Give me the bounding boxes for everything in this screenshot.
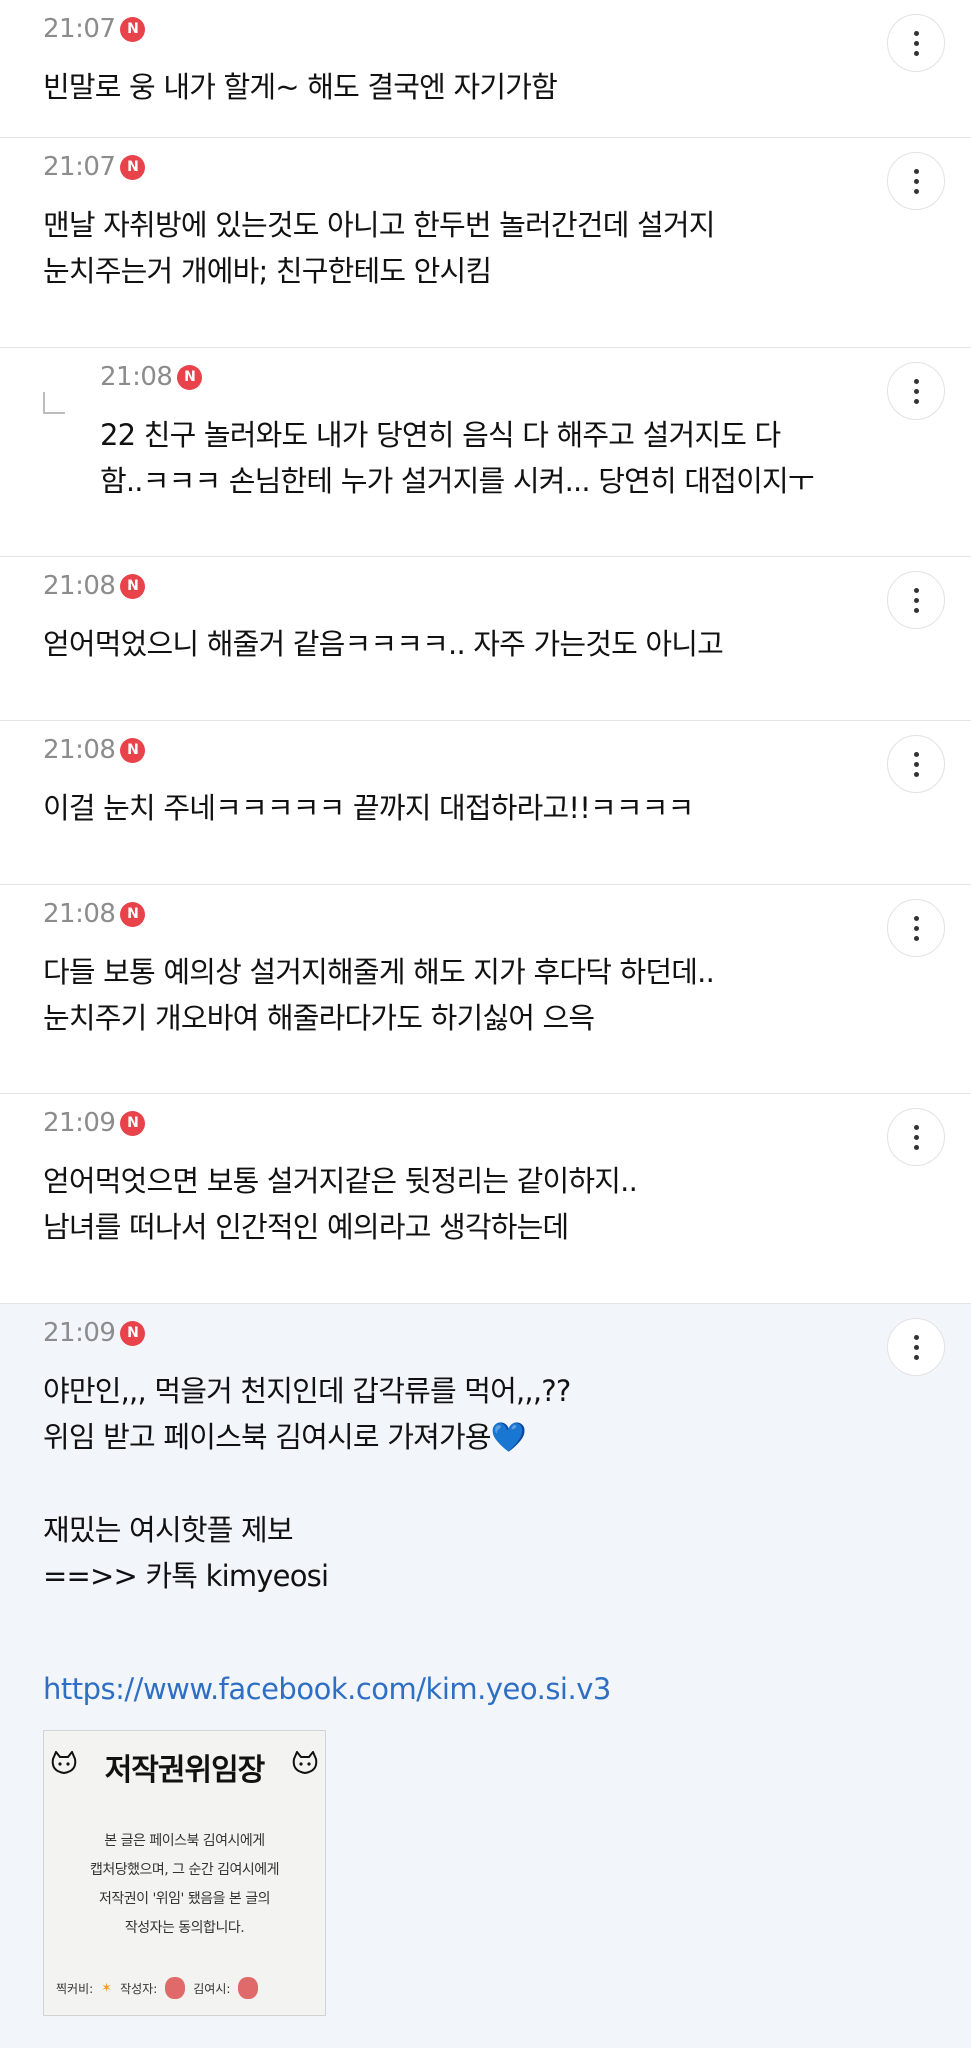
- sparkle-icon: ✶: [101, 1980, 113, 1996]
- comment-text: 얻어먹엇으면 보통 설거지같은 뒷정리는 같이하지.. 남녀를 떠나서 인간적인…: [43, 1164, 638, 1244]
- new-badge-icon: N: [120, 573, 146, 599]
- more-vertical-icon[interactable]: [887, 152, 945, 210]
- comment-time: 21:08: [43, 899, 116, 929]
- comment-item: 21:07 N 빈말로 웅 내가 할게~ 해도 결국엔 자기가함: [0, 0, 971, 138]
- comment-item: 21:08 N 얻어먹었으니 해줄거 같음ㅋㅋㅋㅋ.. 자주 가는것도 아니고: [0, 557, 971, 721]
- blue-heart-icon: 💙: [490, 1420, 527, 1454]
- comment-item: 21:08 N 이걸 눈치 주네ㅋㅋㅋㅋㅋ 끝까지 대접하라고!!ㅋㅋㅋㅋ: [0, 721, 971, 885]
- comment-text: 빈말로 웅 내가 할게~ 해도 결국엔 자기가함: [43, 70, 558, 104]
- poster-signatures: 찍커비: ✶ 작성자: 김여시:: [56, 1977, 317, 1999]
- new-badge-icon: N: [120, 901, 146, 927]
- comment-text: 맨날 자취방에 있는것도 아니고 한두번 놀러간건데 설거지 눈치주는거 개에바…: [43, 208, 715, 288]
- new-badge-icon: N: [120, 737, 146, 763]
- new-badge-icon: N: [120, 1320, 146, 1346]
- reply-item: 21:08 N 22 친구 놀러와도 내가 당연히 음식 다 해주고 설거지도 …: [0, 348, 971, 557]
- copyright-poster-image: 저작권위임장 본 글은 페이스북 김여시에게 캡처당했으며, 그 순간 김여시에…: [43, 1730, 326, 2016]
- comment-time: 21:08: [43, 571, 116, 601]
- comment-text: 이걸 눈치 주네ㅋㅋㅋㅋㅋ 끝까지 대접하라고!!ㅋㅋㅋㅋ: [43, 791, 694, 825]
- new-badge-icon: N: [120, 16, 146, 42]
- comment-time: 21:08: [43, 735, 116, 765]
- fingerprint-icon: [238, 1977, 259, 1999]
- more-vertical-icon[interactable]: [887, 362, 945, 420]
- comment-text: 야만인,,, 먹을거 천지인데 갑각류를 먹어,,,?? 위임 받고 페이스북 …: [43, 1368, 571, 1460]
- comment-list: 21:07 N 빈말로 웅 내가 할게~ 해도 결국엔 자기가함 21:07 N…: [0, 0, 971, 2048]
- comment-item: 21:08 N 다들 보통 예의상 설거지해줄게 해도 지가 후다닥 하던데..…: [0, 885, 971, 1094]
- tip-line-2: ==>> 카톡 kimyeosi: [43, 1559, 329, 1593]
- poster-text: 본 글은 페이스북 김여시에게 캡처당했으며, 그 순간 김여시에게 저작권이 …: [89, 1833, 280, 1936]
- reply-arrow-icon: [43, 392, 65, 414]
- new-badge-icon: N: [177, 364, 203, 390]
- comment-time: 21:07: [43, 152, 116, 182]
- more-vertical-icon[interactable]: [887, 571, 945, 629]
- comment-time: 21:08: [100, 362, 173, 392]
- poster-title: 저작권위임장: [104, 1753, 266, 1788]
- author-comment-item: 21:09 N 야만인,,, 먹을거 천지인데 갑각류를 먹어,,,?? 위임 …: [0, 1304, 971, 2048]
- facebook-link[interactable]: https://www.facebook.com/kim.yeo.si.v3: [43, 1672, 611, 1706]
- more-vertical-icon[interactable]: [887, 899, 945, 957]
- more-vertical-icon[interactable]: [887, 735, 945, 793]
- comment-text: 다들 보통 예의상 설거지해줄게 해도 지가 후다닥 하던데.. 눈치주기 개오…: [43, 955, 715, 1035]
- new-badge-icon: N: [120, 154, 146, 180]
- tip-line-1: 재밌는 여시핫플 제보: [43, 1513, 294, 1547]
- comment-text: 22 친구 놀러와도 내가 당연히 음식 다 해주고 설거지도 다 함..ㅋㅋㅋ…: [100, 418, 815, 498]
- comment-item: 21:09 N 얻어먹엇으면 보통 설거지같은 뒷정리는 같이하지.. 남녀를 …: [0, 1094, 971, 1304]
- comment-item: 21:07 N 맨날 자취방에 있는것도 아니고 한두번 놀러간건데 설거지 눈…: [0, 138, 971, 348]
- comment-time: 21:09: [43, 1318, 116, 1348]
- poster-sign-1: 찍커비:: [56, 1981, 94, 1996]
- more-vertical-icon[interactable]: [887, 1108, 945, 1166]
- new-badge-icon: N: [120, 1110, 146, 1136]
- comment-time: 21:09: [43, 1108, 116, 1138]
- comment-time: 21:07: [43, 14, 116, 44]
- poster-sign-3: 김여시:: [193, 1981, 231, 1996]
- comment-text: 얻어먹었으니 해줄거 같음ㅋㅋㅋㅋ.. 자주 가는것도 아니고: [43, 627, 724, 661]
- poster-sign-2: 작성자:: [120, 1981, 158, 1996]
- more-vertical-icon[interactable]: [887, 1318, 945, 1376]
- more-vertical-icon[interactable]: [887, 14, 945, 72]
- fingerprint-icon: [165, 1977, 186, 1999]
